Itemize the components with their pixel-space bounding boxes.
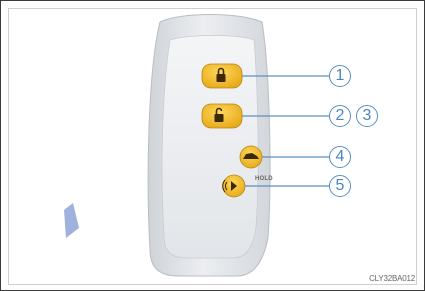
figure-code: CLY32BA012 bbox=[369, 274, 415, 283]
callout-4: 4 bbox=[329, 146, 351, 168]
callout-2: 2 bbox=[329, 105, 351, 127]
decorative-shape bbox=[64, 203, 79, 238]
callout-3: 3 bbox=[356, 105, 378, 127]
smart-key-illustration bbox=[64, 14, 329, 277]
callout-1: 1 bbox=[329, 65, 351, 87]
hold-label: HOLD bbox=[255, 176, 273, 182]
callout-5: 5 bbox=[329, 175, 351, 197]
